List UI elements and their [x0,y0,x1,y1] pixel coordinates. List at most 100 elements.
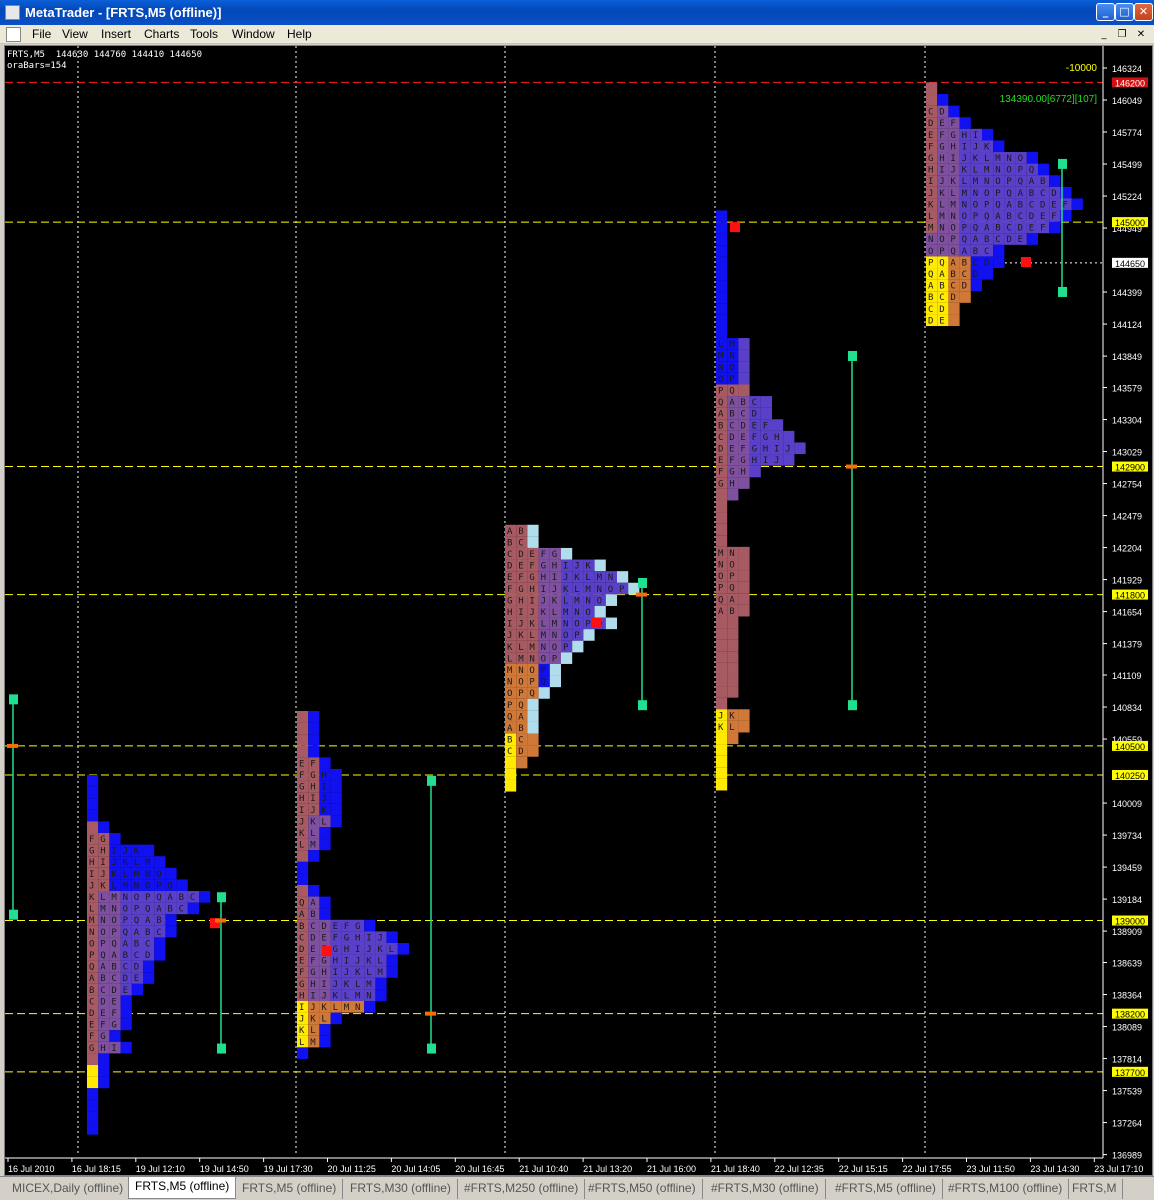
time-tick-label: 22 Jul 17:55 [903,1164,952,1174]
profile-letter: I [100,858,105,868]
document-icon[interactable] [6,27,21,42]
profile-letter: D [111,986,116,996]
menu-window[interactable]: Window [232,27,275,41]
profile-letter: A [134,928,140,938]
app-icon [5,5,20,20]
profile-letter: O [973,200,978,210]
profile-letter: J [785,444,790,454]
profile-letter: J [299,817,304,827]
profile-letter: L [321,817,326,827]
profile-letter: Q [729,584,734,594]
top-level-label: -10000 [1066,63,1098,74]
profile-letter: M [950,200,956,210]
profile-letter: L [111,881,116,891]
profile-letter: I [89,870,94,880]
profile-cell [297,710,309,723]
profile-cell [617,571,629,583]
profile-cell [738,338,750,350]
profile-cell [538,687,550,699]
profile-letter: A [507,527,513,537]
menu-tools[interactable]: Tools [190,27,218,41]
profile-letter: M [366,980,372,990]
profile-letter: E [518,562,523,572]
profile-cell [727,732,739,745]
minimize-button[interactable]: _ [1096,3,1115,21]
profile-cell [716,616,728,629]
profile-letter: L [123,870,128,880]
profile-letter: I [541,585,546,595]
profile-letter: P [950,235,956,245]
poc-marker [591,617,601,628]
profile-letter: P [939,247,945,257]
profile-letter: I [507,620,512,630]
profile-letter: N [984,177,989,187]
profile-letter: I [973,131,978,141]
profile-letter: J [111,858,116,868]
menu-view[interactable]: View [62,27,88,41]
chart-tab[interactable]: #FRTS,M250 (offline) [458,1179,586,1199]
profile-letter: M [134,870,140,880]
profile-letter: C [100,986,105,996]
mdi-close-button[interactable]: ✕ [1134,28,1148,41]
profile-cell [109,833,121,845]
profile-cell [87,809,99,822]
profile-letter: P [619,585,625,595]
profile-letter: C [984,247,989,257]
time-tick-label: 20 Jul 11:25 [328,1164,376,1174]
profile-letter: C [507,747,512,757]
profile-cell [605,594,617,606]
menu-insert[interactable]: Insert [101,27,131,41]
price-tick-label: 137539 [1112,1087,1142,1097]
profile-cell [319,1024,331,1036]
chart-tab[interactable]: FRTS,M5 (offline) [128,1177,237,1199]
profile-letter: O [729,560,734,570]
menu-file[interactable]: File [32,27,51,41]
profile-letter: F [718,468,723,478]
profile-letter: I [333,968,338,978]
profile-cell [516,756,528,769]
profile-letter: F [310,759,315,769]
profile-letter: L [310,829,315,839]
chart-tab[interactable]: MICEX,Daily (offline) [6,1179,131,1199]
profile-letter: N [729,549,734,559]
chart-tab[interactable]: FRTS,M30 (offline) [344,1179,458,1199]
profile-letter: I [111,847,116,857]
chart-tab[interactable]: #FRTS,M30 (offline) [705,1179,826,1199]
maximize-button[interactable]: □ [1115,3,1134,21]
profile-cell [716,744,728,756]
profile-letter: P [718,584,724,594]
profile-letter: J [321,991,326,1001]
profile-letter: P [729,375,735,385]
menu-charts[interactable]: Charts [144,27,179,41]
profile-letter: H [763,444,768,454]
chart-tab[interactable]: #FRTS,M50 (offline) [582,1179,703,1199]
profile-cell [561,652,573,664]
chart-tab[interactable]: FRTS,M [1066,1179,1124,1199]
value-area-low [217,1043,226,1054]
profile-cell [716,662,728,675]
profile-cell [297,734,309,746]
profile-letter: N [529,654,534,664]
chart-tab[interactable]: #FRTS,M5 (offline) [829,1179,943,1199]
profile-letter: N [574,608,579,618]
profile-letter: M [518,654,524,664]
chart-tab[interactable]: FRTS,M5 (offline) [236,1179,344,1199]
profile-letter: P [156,881,162,891]
profile-letter: P [541,666,547,676]
profile-letter: M [100,905,106,915]
price-tick-label: 140009 [1112,799,1142,809]
profile-letter: E [718,456,723,466]
chart-area[interactable]: FGGHIJKHIJKLMIJKLMNOJKLMNOPQKLMNOPQABCLM… [4,45,1153,1176]
profile-letter: N [950,212,955,222]
profile-letter: F [344,922,349,932]
time-tick-label: 19 Jul 14:50 [200,1164,249,1174]
profile-cell [937,94,949,106]
profile-letter: I [962,142,967,152]
menu-help[interactable]: Help [287,27,312,41]
profile-cell [120,1007,132,1019]
close-button[interactable]: ✕ [1134,3,1153,21]
chart-tab[interactable]: #FRTS,M100 (offline) [942,1179,1070,1199]
mdi-restore-button[interactable]: ❐ [1115,28,1129,41]
mdi-minimize-button[interactable]: _ [1097,28,1111,41]
profile-letter: C [123,963,128,973]
